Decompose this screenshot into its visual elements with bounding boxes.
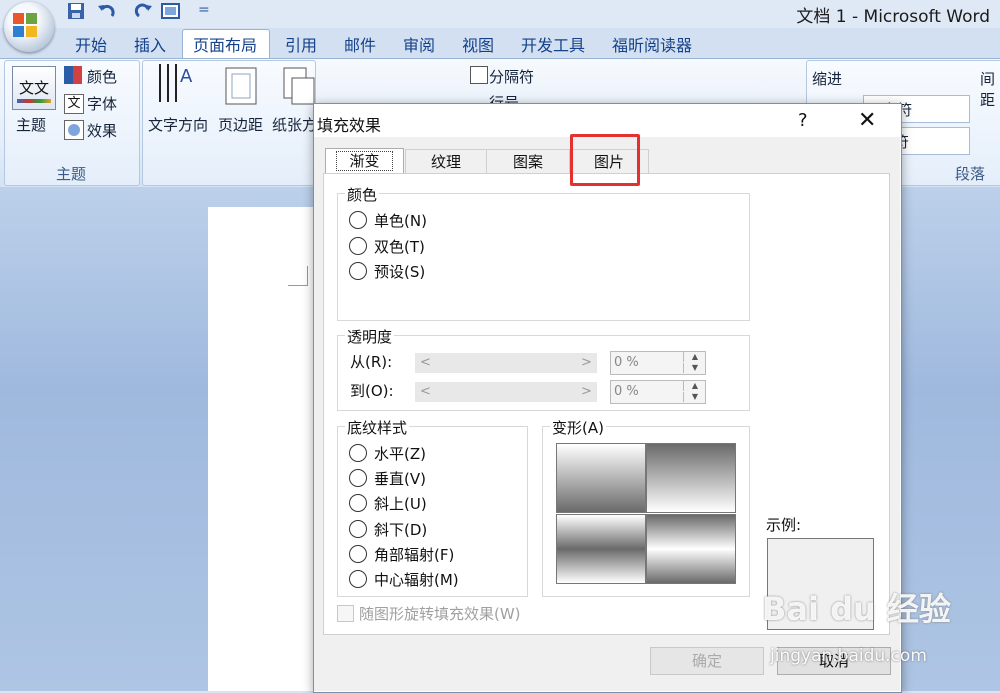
diagonal-up-radio[interactable]	[349, 494, 367, 512]
to-slider-left-icon[interactable]: <	[420, 384, 431, 399]
paragraph-group-label: 段落	[954, 165, 985, 183]
save-icon[interactable]	[66, 1, 86, 21]
to-spinner[interactable]: 0 % ▲ ▼	[610, 380, 706, 404]
spacing-label: 间距	[980, 70, 996, 109]
variant-2[interactable]	[646, 443, 736, 513]
ok-button[interactable]: 确定	[650, 647, 764, 675]
from-spinner[interactable]: 0 % ▲ ▼	[610, 351, 706, 375]
tab-view[interactable]: 视图	[462, 32, 494, 56]
help-button[interactable]: ?	[798, 110, 808, 131]
from-corner-label[interactable]: 角部辐射(F)	[374, 544, 454, 565]
tab-gradient[interactable]: 渐变	[325, 148, 404, 175]
baidu-watermark: Bai du 经验	[762, 590, 951, 628]
variant-4[interactable]	[646, 514, 736, 584]
breaks-icon[interactable]	[470, 66, 488, 84]
picture-tab-highlight	[570, 134, 640, 186]
tab-gradient-label: 渐变	[336, 151, 393, 171]
from-spinner-value: 0 %	[614, 355, 639, 370]
to-spinner-up-icon[interactable]: ▲	[683, 381, 706, 391]
margins-button[interactable]: 页边距	[218, 114, 263, 135]
variant-3[interactable]	[556, 514, 646, 584]
quick-access-customize-icon[interactable]: =	[198, 2, 210, 18]
close-icon[interactable]: ✕	[858, 108, 876, 133]
color-legend: 颜色	[345, 184, 380, 205]
dialog-title: 填充效果	[317, 116, 382, 135]
undo-icon[interactable]	[96, 1, 116, 21]
margins-icon[interactable]	[224, 66, 260, 106]
horizontal-radio[interactable]	[349, 444, 367, 462]
page-corner-mark-v	[307, 266, 308, 286]
vertical-label[interactable]: 垂直(V)	[374, 468, 426, 489]
themes-icon[interactable]: 文文	[12, 66, 56, 110]
from-slider-right-icon[interactable]: >	[581, 355, 592, 370]
diagonal-down-label[interactable]: 斜下(D)	[374, 519, 427, 540]
one-color-label[interactable]: 单色(N)	[374, 210, 427, 231]
text-direction-button[interactable]: 文字方向	[148, 114, 208, 135]
transparency-legend: 透明度	[345, 326, 395, 347]
rotate-with-shape-checkbox[interactable]	[337, 605, 354, 622]
to-slider[interactable]: < >	[415, 382, 597, 402]
one-color-radio[interactable]	[349, 211, 367, 229]
tab-references[interactable]: 引用	[285, 32, 317, 56]
to-spinner-down-icon[interactable]: ▼	[683, 392, 706, 402]
office-logo-icon	[13, 13, 37, 37]
effects-button[interactable]: 效果	[87, 120, 117, 141]
paper-orientation-icon[interactable]	[282, 66, 316, 106]
rotate-with-shape-label[interactable]: 随图形旋转填充效果(W)	[359, 603, 521, 624]
tab-review[interactable]: 审阅	[403, 32, 435, 56]
breaks-button[interactable]: 分隔符	[489, 66, 534, 87]
svg-text:A: A	[180, 66, 193, 87]
page-corner-mark-h	[288, 285, 308, 286]
diagonal-up-label[interactable]: 斜上(U)	[374, 493, 427, 514]
to-label: 到(O):	[350, 382, 394, 400]
fonts-button[interactable]: 字体	[87, 93, 117, 114]
two-colors-radio[interactable]	[349, 237, 367, 255]
themes-icon-text: 文文	[19, 79, 50, 97]
tab-home[interactable]: 开始	[75, 32, 107, 56]
colors-button[interactable]: 颜色	[87, 66, 117, 87]
from-spinner-down-icon[interactable]: ▼	[683, 363, 706, 373]
tab-mailings[interactable]: 邮件	[344, 32, 376, 56]
to-spinner-value: 0 %	[614, 384, 639, 399]
document-page[interactable]	[208, 207, 328, 691]
from-label: 从(R):	[350, 353, 393, 371]
diagonal-down-radio[interactable]	[349, 520, 367, 538]
print-preview-icon[interactable]	[160, 1, 180, 21]
preset-radio[interactable]	[349, 262, 367, 280]
variant-1[interactable]	[556, 443, 646, 513]
tab-developer[interactable]: 开发工具	[521, 32, 585, 56]
colors-icon[interactable]	[64, 66, 82, 84]
app-title: 文档 1 - Microsoft Word	[796, 7, 990, 27]
from-center-radio[interactable]	[349, 570, 367, 588]
themes-color-strip	[17, 99, 51, 103]
from-spinner-up-icon[interactable]: ▲	[683, 352, 706, 362]
indent-label: 缩进	[812, 70, 843, 88]
preset-label[interactable]: 预设(S)	[374, 261, 425, 282]
horizontal-label[interactable]: 水平(Z)	[374, 443, 426, 464]
from-center-label[interactable]: 中心辐射(M)	[374, 569, 459, 590]
redo-icon[interactable]	[134, 1, 154, 21]
baidu-watermark-url: jingyan.baidu.com	[770, 646, 927, 666]
variants-legend: 变形(A)	[550, 417, 606, 438]
tab-page-layout[interactable]: 页面布局	[193, 32, 257, 56]
vertical-radio[interactable]	[349, 469, 367, 487]
to-slider-right-icon[interactable]: >	[581, 384, 592, 399]
from-slider[interactable]: < >	[415, 353, 597, 373]
themes-group-label: 主题	[55, 165, 86, 183]
paper-button[interactable]: 纸张方	[272, 114, 317, 135]
fonts-icon[interactable]: 文	[64, 94, 84, 114]
two-colors-label[interactable]: 双色(T)	[374, 236, 425, 257]
from-slider-left-icon[interactable]: <	[420, 355, 431, 370]
effects-icon[interactable]	[64, 120, 84, 140]
shading-styles-legend: 底纹样式	[345, 417, 410, 438]
tab-texture[interactable]: 纹理	[405, 149, 487, 174]
themes-button-label[interactable]: 主题	[16, 114, 46, 135]
tab-pattern[interactable]: 图案	[486, 149, 570, 174]
text-direction-icon[interactable]: A	[156, 62, 198, 106]
sample-label: 示例:	[766, 516, 802, 534]
from-corner-radio[interactable]	[349, 545, 367, 563]
tab-insert[interactable]: 插入	[134, 32, 166, 56]
tab-foxit-reader[interactable]: 福昕阅读器	[612, 32, 692, 56]
